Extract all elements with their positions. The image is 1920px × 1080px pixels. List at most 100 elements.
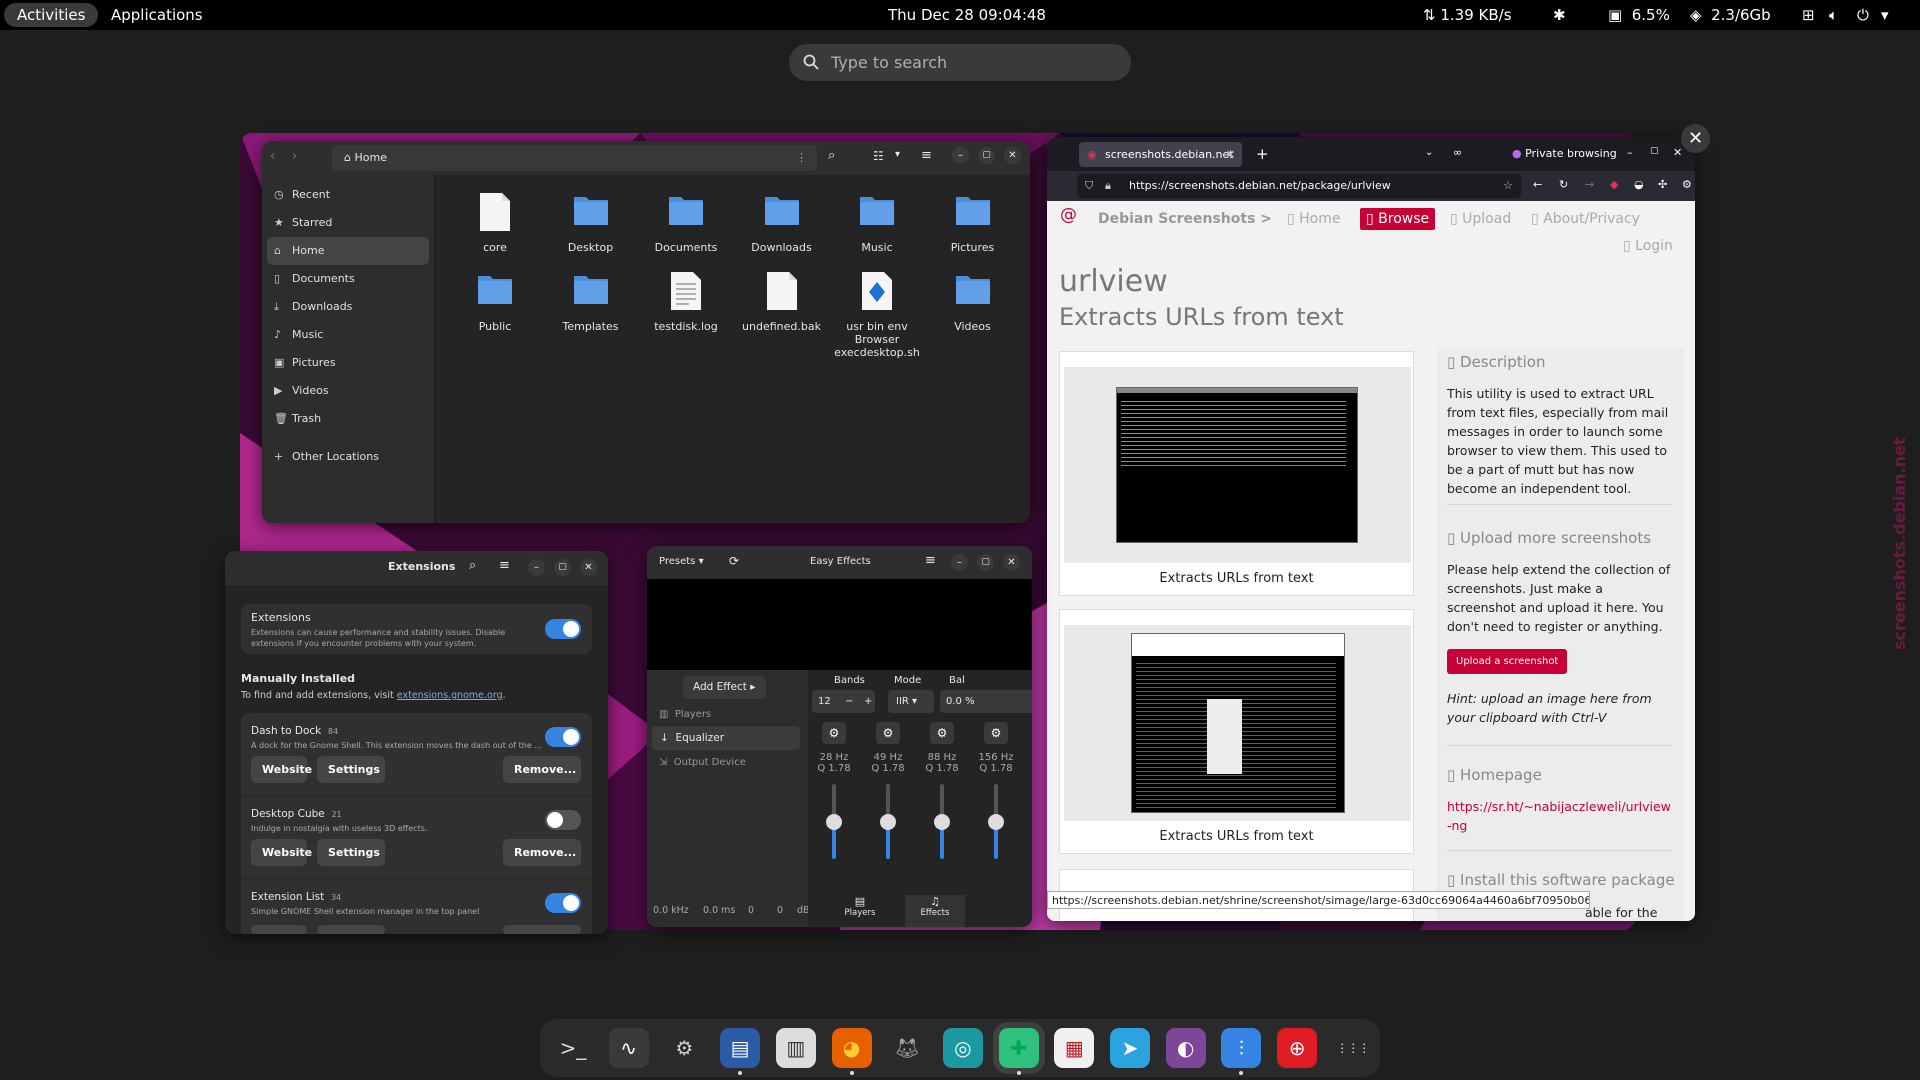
disk-icon[interactable]: ◎ xyxy=(942,1028,983,1068)
forward-icon[interactable]: → xyxy=(1585,178,1594,191)
path-bar[interactable]: ⌂ Home ⋮ xyxy=(332,145,817,171)
settings-icon[interactable]: ⚙ xyxy=(1682,178,1692,191)
reload-icon[interactable]: ↻ xyxy=(1559,178,1568,191)
applications-menu[interactable]: Applications xyxy=(111,0,203,30)
tab-players[interactable]: ▤ Players xyxy=(836,895,884,927)
view-options-icon[interactable]: ▾ xyxy=(895,149,900,160)
terminal-icon[interactable]: >_ xyxy=(553,1028,593,1068)
maximize-icon[interactable]: ▢ xyxy=(977,554,994,571)
file-item[interactable]: Documents xyxy=(641,191,731,254)
network-speed[interactable]: ⇅ 1.39 KB/s xyxy=(1423,0,1512,30)
file-item[interactable]: usr bin env Browser execdesktop.sh xyxy=(832,270,922,359)
file-item[interactable]: testdisk.log xyxy=(641,270,731,333)
back-icon[interactable]: ← xyxy=(1533,178,1542,191)
extensions-puzzle-icon[interactable]: ✚ xyxy=(998,1028,1039,1068)
settings-button[interactable] xyxy=(317,925,385,934)
sidebar-item-documents[interactable]: ▯ Documents xyxy=(262,265,434,293)
maximize-icon[interactable]: ▢ xyxy=(978,147,995,164)
search-icon[interactable]: ⌕ xyxy=(828,148,835,163)
volume-icon[interactable]: 🔈︎ xyxy=(1829,0,1838,30)
minimize-icon[interactable]: – xyxy=(952,147,969,164)
file-item[interactable]: Music xyxy=(832,191,922,254)
sidebar-item-other-locations[interactable]: + Other Locations xyxy=(262,443,434,471)
settings-button[interactable]: Settings xyxy=(317,839,385,866)
sidebar-item-home[interactable]: ⌂ Home xyxy=(267,237,429,265)
menu-icon[interactable]: ≡ xyxy=(499,558,510,573)
extension-list-toggle[interactable] xyxy=(545,893,581,913)
homepage-link[interactable]: https://sr.ht/~nabijaczleweli/urlview-ng xyxy=(1447,797,1675,835)
overview-close-window-icon[interactable]: ✕ xyxy=(1681,124,1710,153)
sidebar-item-downloads[interactable]: ⤓ Downloads xyxy=(262,293,434,321)
menu-icon[interactable]: ≡ xyxy=(921,148,932,163)
forward-icon[interactable]: › xyxy=(292,149,297,164)
remove-button[interactable]: Remove... xyxy=(503,756,581,783)
store-icon[interactable]: ▦ xyxy=(1054,1028,1095,1068)
band-gain-slider[interactable] xyxy=(880,784,896,859)
close-icon[interactable]: ✕ xyxy=(1004,147,1021,164)
extensions-link[interactable]: extensions.gnome.org xyxy=(397,690,503,701)
band-gain-slider[interactable] xyxy=(826,784,842,859)
remove-button[interactable] xyxy=(503,925,581,934)
nav-output-device[interactable]: ⇲ Output Device xyxy=(659,757,746,768)
remove-button[interactable]: Remove... xyxy=(503,839,581,866)
upload-screenshot-button[interactable]: Upload a screenshot xyxy=(1447,649,1568,674)
tab-close-icon[interactable]: ✕ xyxy=(1226,142,1235,167)
close-icon[interactable]: ✕ xyxy=(580,559,597,576)
extensions-master-toggle[interactable] xyxy=(545,619,581,639)
settings-gear-icon[interactable]: ⚙ xyxy=(664,1028,704,1068)
plus-icon[interactable]: + xyxy=(864,690,872,713)
nav-players[interactable]: ▥ Players xyxy=(659,709,711,720)
file-item[interactable]: Videos xyxy=(928,270,1018,333)
slider-knob[interactable] xyxy=(988,814,1004,830)
network-icon[interactable]: ⊞ xyxy=(1802,0,1815,30)
firefox-icon[interactable]: ◕ xyxy=(831,1028,872,1068)
list-tabs-icon[interactable]: ⌄ xyxy=(1425,147,1433,158)
search-icon[interactable]: ⌕ xyxy=(469,558,476,573)
file-item[interactable]: Downloads xyxy=(737,191,827,254)
nav-upload[interactable]: ▯ Upload xyxy=(1450,211,1511,227)
screenshot-card[interactable]: Extracts URLs from text xyxy=(1059,351,1414,596)
file-item[interactable]: Pictures xyxy=(928,191,1018,254)
file-item[interactable]: core xyxy=(450,191,540,254)
add-effect-button[interactable]: Add Effect ▸ xyxy=(683,676,766,699)
minimize-icon[interactable]: – xyxy=(951,554,968,571)
text-editor-icon[interactable]: ▤ xyxy=(720,1028,761,1068)
extension-red-icon[interactable]: ◆ xyxy=(1610,178,1618,191)
band-gain-slider[interactable] xyxy=(934,784,950,859)
system-monitor-icon[interactable]: ∿ xyxy=(608,1028,649,1068)
new-tab-icon[interactable]: + xyxy=(1256,145,1269,163)
website-button[interactable]: Website xyxy=(251,839,312,866)
system-menu-arrow-icon[interactable]: ▾ xyxy=(1881,0,1889,30)
nav-about[interactable]: ▯ About/Privacy xyxy=(1531,211,1640,227)
search-input[interactable]: Type to search xyxy=(789,44,1131,81)
band-settings-icon[interactable]: ⚙ xyxy=(984,722,1008,744)
extensions-icon[interactable]: ✣ xyxy=(1658,178,1667,191)
balance-input[interactable]: 0.0 % xyxy=(940,690,1032,713)
close-icon[interactable]: ✕ xyxy=(1003,554,1020,571)
menu-icon[interactable]: ≡ xyxy=(925,553,936,568)
band-settings-icon[interactable]: ⚙ xyxy=(876,722,900,744)
website-button[interactable] xyxy=(251,925,307,934)
file-item[interactable]: Public xyxy=(450,270,540,333)
gimp-icon[interactable]: 🦊︎ xyxy=(887,1028,927,1068)
bypass-icon[interactable]: ⟳ xyxy=(729,554,739,568)
maximize-icon[interactable]: ▢ xyxy=(554,559,571,576)
slider-knob[interactable] xyxy=(934,814,950,830)
telegram-icon[interactable]: ➤ xyxy=(1110,1028,1150,1068)
sidebar-item-pictures[interactable]: ▣ Pictures xyxy=(262,349,434,377)
puzzle-tray-icon[interactable]: ✱ xyxy=(1553,0,1566,30)
activities-button[interactable]: Activities xyxy=(4,3,99,27)
url-bar[interactable]: ⛉ 🔒︎ https://screenshots.debian.net/pack… xyxy=(1077,174,1521,198)
maximize-icon[interactable]: ▢ xyxy=(1650,146,1659,156)
power-icon[interactable]: ⏻ xyxy=(1857,0,1869,30)
file-item[interactable]: undefined.bak xyxy=(737,270,827,333)
extension-mask-icon[interactable]: ◒ xyxy=(1634,178,1644,191)
sidebar-item-videos[interactable]: ▶ Videos xyxy=(262,377,434,405)
nav-equalizer[interactable]: ↓ Equalizer xyxy=(652,726,800,750)
app-grid-icon[interactable]: ⋮⋮⋮ xyxy=(1333,1028,1373,1068)
sidebar-item-starred[interactable]: ★ Starred xyxy=(262,209,434,237)
close-icon[interactable]: ✕ xyxy=(1673,146,1682,159)
slider-knob[interactable] xyxy=(880,814,896,830)
settings-button[interactable]: Settings xyxy=(317,756,385,783)
site-brand[interactable]: Debian Screenshots > xyxy=(1098,211,1272,227)
